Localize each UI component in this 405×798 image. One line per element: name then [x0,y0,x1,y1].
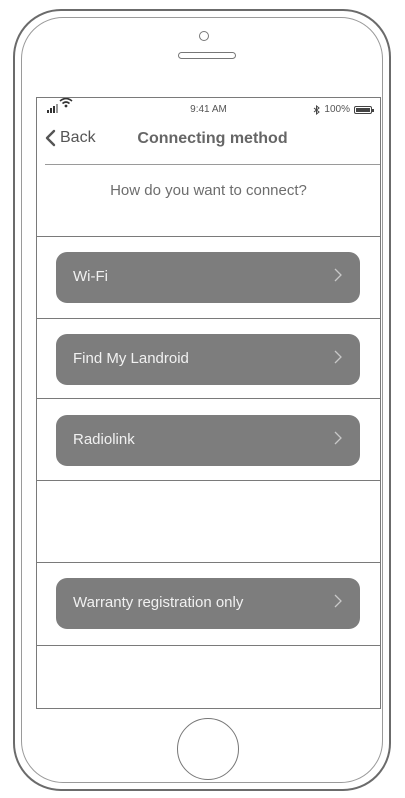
home-button[interactable] [177,718,239,780]
battery-percent: 100% [324,104,350,115]
bluetooth-icon [314,104,321,115]
section-divider [37,645,380,646]
section-divider [37,318,380,319]
find-my-landroid-option-button[interactable]: Find My Landroid [56,334,360,385]
nav-divider [45,164,380,165]
chevron-right-icon [334,431,342,445]
radiolink-option-button[interactable]: Radiolink [56,415,360,466]
status-bar: 9:41 AM 100% [37,98,380,120]
section-divider [37,562,380,563]
option-label: Warranty registration only [73,594,244,611]
section-divider [37,480,380,481]
battery-icon [354,105,374,114]
front-camera [199,31,209,41]
section-divider [37,398,380,399]
navigation-bar: Back Connecting method [37,120,380,164]
section-divider [37,236,380,237]
option-label: Radiolink [73,431,135,448]
option-label: Find My Landroid [73,350,189,367]
page-title: Connecting method [137,130,288,147]
chevron-right-icon [334,350,342,364]
connect-prompt: How do you want to connect? [110,182,307,199]
status-right: 100% [313,104,374,115]
option-label: Wi-Fi [73,268,108,285]
chevron-right-icon [334,268,342,282]
app-screen: 9:41 AM 100% Back Connecting method How … [36,97,381,709]
chevron-right-icon [334,594,342,608]
wifi-option-button[interactable]: Wi-Fi [56,252,360,303]
warranty-registration-option-button[interactable]: Warranty registration only [56,578,360,629]
earpiece-speaker [178,52,236,59]
